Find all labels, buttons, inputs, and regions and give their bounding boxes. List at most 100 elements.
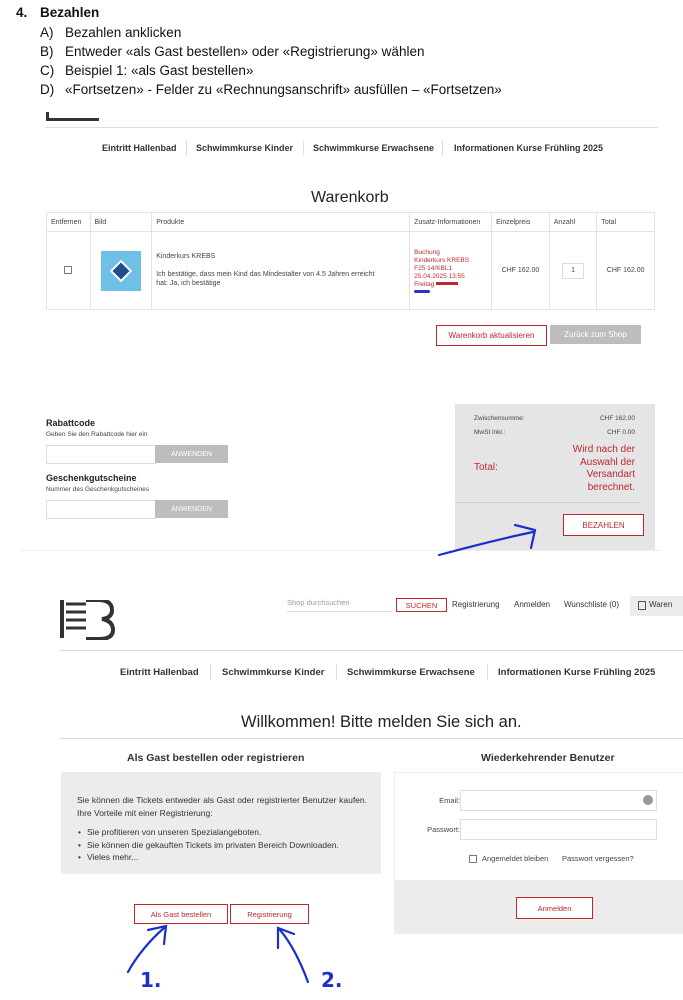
step-text: Bezahlen anklicken [65, 25, 182, 40]
cart-screenshot: Eintritt Hallenbad Schwimmkurse Kinder S… [20, 112, 661, 551]
nav-separator [336, 664, 337, 680]
annotation-label-2: 2. [321, 968, 343, 992]
col-total: Total [596, 212, 655, 232]
info-line: Buchung [414, 248, 440, 256]
register-button[interactable]: Registrierung [230, 904, 309, 924]
email-label: Email: [439, 796, 460, 805]
login-button[interactable]: Anmelden [516, 897, 593, 919]
search-input[interactable]: Shop durchsuchen [287, 598, 392, 612]
product-name: Kinderkurs KREBS [156, 253, 216, 260]
guest-panel: Sie können die Tickets entweder als Gast… [61, 772, 381, 874]
col-remove: Entfernen [46, 212, 91, 232]
email-field[interactable] [460, 790, 657, 811]
gift-input[interactable] [46, 500, 156, 519]
discount-input[interactable] [46, 445, 156, 464]
info-line: F25 14/KBL1 [414, 264, 453, 272]
list-item: • Sie können die gekauften Tickets im pri… [78, 839, 339, 850]
pay-button[interactable]: BEZAHLEN [563, 514, 644, 536]
total-label: Total: [474, 462, 498, 473]
remember-checkbox[interactable] [469, 855, 477, 863]
vat-value: CHF 0.00 [607, 429, 635, 436]
remove-checkbox[interactable] [64, 265, 73, 274]
benefits-list: • Sie profitieren von unseren Spezialange… [78, 826, 367, 864]
nav-erwachsene[interactable]: Schwimmkurse Erwachsene [313, 143, 434, 153]
divider [60, 650, 683, 651]
discount-title: Rabattcode [46, 418, 96, 428]
bullet-icon: • [78, 827, 81, 837]
remove-cell [46, 231, 91, 310]
info-line: 25.04.2025 13:55 [414, 272, 465, 280]
logo [46, 112, 99, 121]
cart-table: Entfernen Bild Produkte Zusatz-Informati… [46, 212, 655, 310]
nav-kinder[interactable]: Schwimmkurse Kinder [196, 143, 293, 153]
guest-order-button[interactable]: Als Gast bestellen [134, 904, 228, 924]
table-header: Entfernen Bild Produkte Zusatz-Informati… [46, 212, 655, 232]
subtotal-value: CHF 162.00 [599, 415, 635, 422]
qty-input[interactable]: 1 [562, 262, 585, 279]
gift-title: Geschenkgutscheine [46, 473, 137, 483]
apply-discount-button[interactable]: ANWENDEN [155, 445, 228, 463]
table-row: Kinderkurs KREBS Ich bestätige, dass mei… [46, 231, 655, 310]
col-info: Zusatz-Informationen [409, 212, 493, 232]
cart-icon [638, 601, 646, 610]
page-title: Warenkorb [311, 189, 389, 206]
image-cell [89, 231, 153, 310]
step-letter: B) [40, 44, 54, 59]
step-text: «Fortsetzen» - Felder zu «Rechnungsansch… [65, 82, 502, 97]
password-label: Passwort: [427, 825, 460, 834]
qty-cell: 1 [548, 231, 598, 310]
wishlist-link[interactable]: Wunschliste (0) [564, 600, 619, 609]
bullet-icon: • [78, 839, 81, 850]
autofill-icon [643, 795, 653, 805]
password-field[interactable] [460, 819, 657, 840]
annotation-arrow-2 [276, 926, 310, 984]
product-image [100, 250, 141, 291]
redaction-mark [414, 289, 431, 293]
total-cell: CHF 162.00 [596, 231, 655, 310]
apply-gift-button[interactable]: ANWENDEN [155, 500, 228, 518]
annotation-arrow [437, 523, 537, 557]
step-text: Entweder «als Gast bestellen» oder «Regi… [65, 44, 425, 59]
logo-icon [60, 598, 116, 641]
nav-erwachsene[interactable]: Schwimmkurse Erwachsene [347, 667, 475, 678]
product-desc: Ich bestätige, dass mein Kind das Mindes… [156, 271, 375, 287]
nav-eintritt[interactable]: Eintritt Hallenbad [102, 143, 177, 153]
back-to-shop-button[interactable]: Zurück zum Shop [550, 325, 641, 344]
logo [60, 598, 116, 641]
login-link[interactable]: Anmelden [514, 600, 550, 609]
divider [455, 502, 641, 503]
update-cart-button[interactable]: Warenkorb aktualisieren [436, 325, 547, 346]
bullet-icon: • [78, 852, 81, 862]
nav-kinder[interactable]: Schwimmkurse Kinder [222, 667, 324, 678]
col-image: Bild [89, 212, 153, 232]
instructions: 4. Bezahlen A) Bezahlen anklicken B) Ent… [16, 5, 676, 105]
list-item: • Sie profitieren von unseren Spezialange… [78, 827, 262, 837]
annotation-label-1: 1. [140, 968, 162, 992]
register-link[interactable]: Registrierung [452, 600, 500, 609]
cart-link[interactable]: Waren [630, 596, 683, 616]
returning-title: Wiederkehrender Benutzer [481, 752, 615, 764]
step-letter: C) [40, 63, 55, 78]
info-cell: Buchung Kinderkurs KREBS F25 14/KBL1 25.… [409, 231, 493, 310]
divider [46, 127, 658, 128]
guest-title: Als Gast bestellen oder registrieren [127, 752, 305, 764]
remember-label: Angemeldet bleiben [482, 854, 549, 863]
login-footer: Anmelden [395, 880, 683, 933]
step-text: Beispiel 1: «als Gast bestellen» [65, 63, 254, 78]
total-note: Wird nach der Auswahl der Versandart ber… [572, 444, 635, 493]
col-price: Einzelpreis [491, 212, 550, 232]
step-letter: D) [40, 82, 55, 97]
forgot-password-link[interactable]: Passwort vergessen? [562, 854, 634, 863]
nav-separator [487, 664, 488, 680]
nav-info[interactable]: Informationen Kurse Frühling 2025 [454, 143, 603, 153]
price-cell: CHF 162.00 [491, 231, 550, 310]
step-letter: A) [40, 25, 54, 40]
nav-eintritt[interactable]: Eintritt Hallenbad [120, 667, 199, 678]
info-line-redacted: Freitag [414, 281, 487, 289]
divider [60, 738, 683, 739]
gift-hint: Nummer des Geschenkgutscheines [46, 486, 149, 493]
nav-info[interactable]: Informationen Kurse Frühling 2025 [498, 667, 655, 678]
search-button[interactable]: SUCHEN [396, 598, 447, 612]
instructions-heading: Bezahlen [40, 5, 100, 20]
cart-label: Waren [649, 600, 673, 609]
